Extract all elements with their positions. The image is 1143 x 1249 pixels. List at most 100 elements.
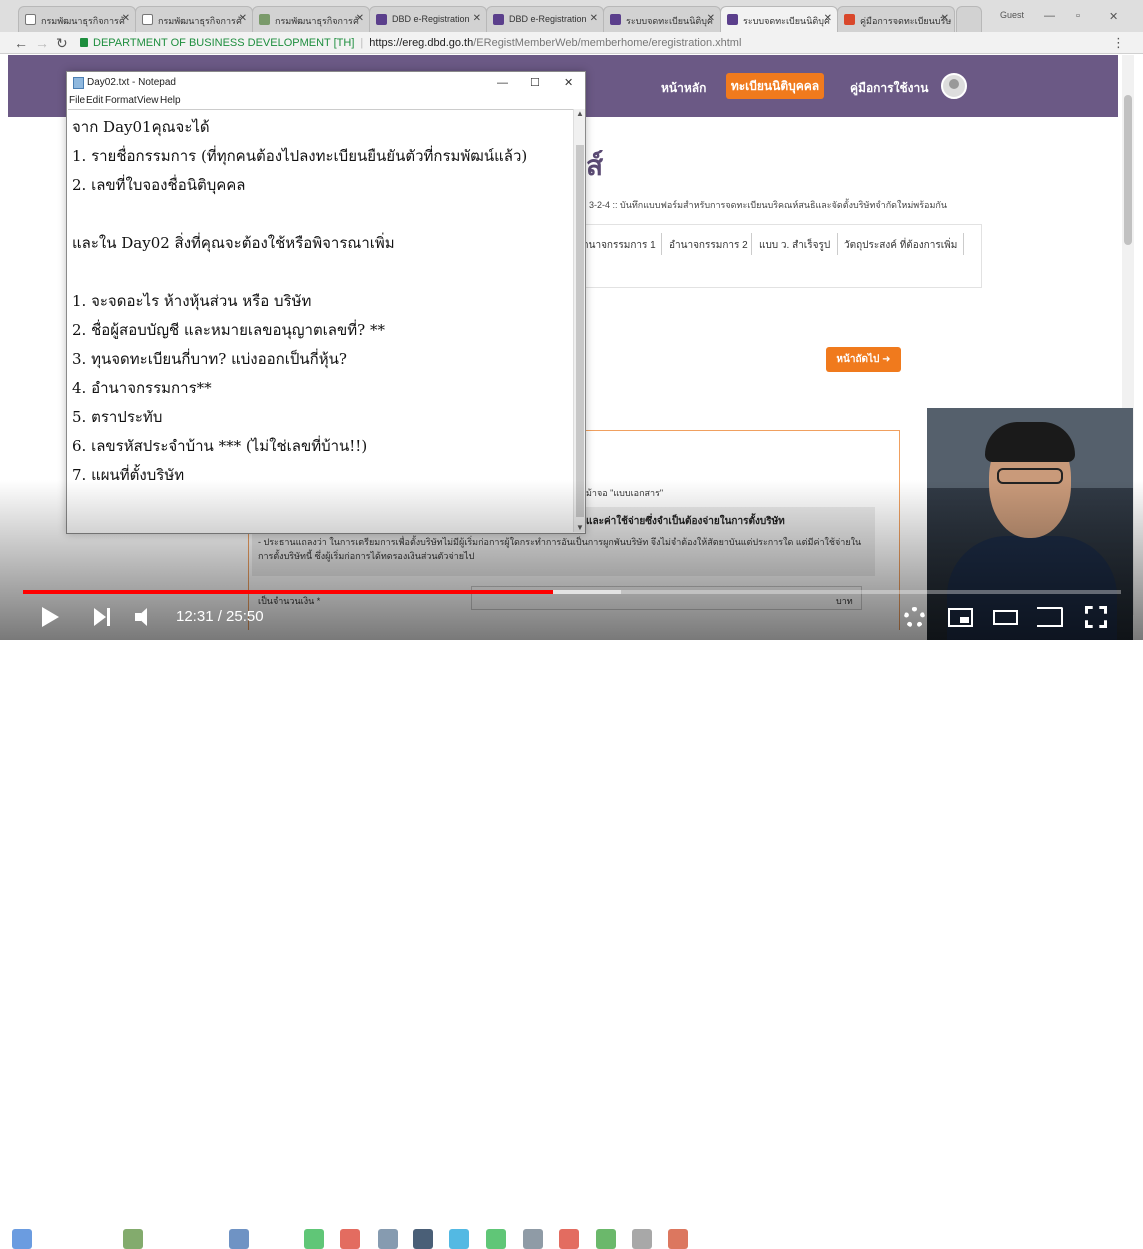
minimize-icon[interactable]: — [1044, 10, 1055, 22]
windows-start-icon[interactable] [12, 1229, 32, 1249]
skype-icon[interactable] [449, 1229, 469, 1249]
note-heading: และค่าใช้จ่ายซึ่งจำเป็นต้องจ่ายในการตั้ง… [586, 516, 785, 527]
tab-label: กรมพัฒนาธุรกิจการค้ [41, 16, 125, 26]
line-icon[interactable] [304, 1229, 324, 1249]
browser-tab[interactable]: กรมพัฒนาธุรกิจการค้ ✕ [135, 6, 253, 32]
recorder-icon[interactable] [668, 1229, 688, 1249]
url-field[interactable]: DEPARTMENT OF BUSINESS DEVELOPMENT [TH] |… [80, 34, 1110, 52]
menu-edit[interactable]: Edit [86, 95, 103, 106]
url-host: https://ereg.dbd.go.th [369, 37, 474, 49]
browser-menu-icon[interactable]: ⋮ [1112, 35, 1125, 51]
browser-tab[interactable]: คู่มือการจดทะเบียนบริษ ✕ [837, 6, 955, 32]
theater-mode-icon[interactable] [993, 610, 1018, 625]
close-icon[interactable]: ✕ [356, 13, 364, 24]
scroll-up-icon[interactable]: ▲ [576, 109, 584, 118]
notepad-text-area[interactable]: จาก Day01คุณจะได้ 1. รายชื่อกรรมการ (ที่… [68, 109, 573, 532]
form-tabs: ำนาจกรรมการ 1 อำนาจกรรมการ 2 แบบ ว. สำเร… [580, 224, 982, 288]
text-line: 7. แผนที่ตั้งบริษัท [72, 466, 185, 484]
tab-label: DBD e-Registration [392, 14, 470, 24]
close-icon[interactable]: ✕ [941, 13, 949, 24]
text-line: 1. จะจดอะไร ห้างหุ้นส่วน หรือ บริษัท [72, 292, 312, 310]
close-icon[interactable]: ✕ [590, 13, 598, 24]
divider [661, 233, 662, 255]
taskbar-app-icon[interactable] [123, 1229, 143, 1249]
close-icon[interactable]: ✕ [824, 13, 832, 24]
profile-label[interactable]: Guest [1000, 10, 1024, 20]
bottom-strip [0, 640, 1143, 647]
text-line [72, 260, 573, 289]
site-identity: DEPARTMENT OF BUSINESS DEVELOPMENT [TH] [93, 37, 355, 49]
notepad-scrollbar[interactable]: ▲ ▼ [573, 109, 585, 532]
settings-gear-icon[interactable] [904, 607, 925, 628]
nav-home[interactable]: หน้าหลัก [661, 79, 706, 98]
volume-icon[interactable] [135, 607, 157, 627]
maximize-icon[interactable]: ☐ [530, 72, 540, 94]
dbd-icon [493, 14, 504, 25]
forward-icon[interactable]: → [35, 35, 49, 51]
close-icon[interactable]: ✕ [239, 13, 247, 24]
notepad-titlebar[interactable]: Day02.txt - Notepad — ☐ ✕ [67, 72, 585, 94]
chrome-icon[interactable] [340, 1229, 360, 1249]
close-window-icon[interactable]: ✕ [1109, 10, 1118, 23]
menu-file[interactable]: File [69, 95, 85, 106]
tab-ready-form[interactable]: แบบ ว. สำเร็จรูป [759, 238, 830, 253]
browser-tab[interactable]: DBD e-Registration ✕ [369, 6, 487, 32]
text-line: 2. ชื่อผู้สอบบัญชี และหมายเลขอนุญาตเลขที… [72, 321, 385, 339]
browser-tab-bar: กรมพัฒนาธุรกิจการค้ ✕ กรมพัฒนาธุรกิจการค… [0, 0, 1143, 32]
photos-icon[interactable] [632, 1229, 652, 1249]
next-page-button[interactable]: หน้าถัดไป ➜ [826, 347, 901, 372]
url-path: /ERegistMemberWeb/memberhome/eregistrati… [473, 37, 742, 49]
tab-objectives[interactable]: วัตถุประสงค์ ที่ต้องการเพิ่ม [844, 238, 957, 253]
nav-register[interactable]: ทะเบียนนิติบุคคล [726, 73, 824, 99]
page-icon [142, 14, 153, 25]
notepad-menubar: File Edit Format View Help [67, 94, 585, 108]
divider [963, 233, 964, 255]
camtasia-icon[interactable] [596, 1229, 616, 1249]
browser-tab-active[interactable]: ระบบจดทะเบียนนิติบุค ✕ [720, 6, 838, 32]
cast-icon[interactable] [1037, 607, 1063, 627]
text-line: 5. ตราประทับ [72, 408, 163, 426]
maximize-icon[interactable]: ▫ [1076, 10, 1080, 22]
menu-help[interactable]: Help [160, 95, 181, 106]
page-icon [25, 14, 36, 25]
close-icon[interactable]: ✕ [122, 13, 130, 24]
scroll-down-icon[interactable]: ▼ [576, 523, 584, 532]
text-line: 6. เลขรหัสประจำบ้าน *** (ไม่ใช่เลขที่บ้า… [72, 437, 368, 455]
play-icon[interactable] [42, 607, 59, 627]
notepad-icon [73, 77, 84, 89]
browser-tab[interactable]: ระบบจดทะเบียนนิติบุค ✕ [603, 6, 721, 32]
photoshop-icon[interactable] [413, 1229, 433, 1249]
chrome-icon[interactable] [559, 1229, 579, 1249]
note-body: - ประธานแถลงว่า ในการเตรียมการเพื่อตั้งบ… [258, 537, 862, 561]
tab-director-power-2[interactable]: อำนาจกรรมการ 2 [669, 238, 748, 253]
avatar[interactable] [941, 73, 967, 99]
address-bar: ← → ↻ DEPARTMENT OF BUSINESS DEVELOPMENT… [0, 32, 1143, 54]
close-icon[interactable]: ✕ [564, 72, 573, 94]
next-icon[interactable] [94, 608, 112, 626]
notepad-taskbar-icon[interactable] [378, 1229, 398, 1249]
reload-icon[interactable]: ↻ [56, 35, 68, 52]
nav-manual[interactable]: คู่มือการใช้งาน [850, 79, 928, 98]
menu-view[interactable]: View [137, 95, 159, 106]
line-icon[interactable] [486, 1229, 506, 1249]
taskbar-app-icon[interactable] [229, 1229, 249, 1249]
divider: | [360, 37, 364, 49]
close-icon[interactable]: ✕ [473, 13, 481, 24]
miniplayer-icon[interactable] [948, 608, 973, 627]
page-title: ส์ [586, 150, 604, 181]
back-icon[interactable]: ← [14, 35, 28, 51]
new-tab-button[interactable] [956, 6, 982, 32]
browser-tab[interactable]: DBD e-Registration ✕ [486, 6, 604, 32]
tab-director-power-1[interactable]: ำนาจกรรมการ 1 [583, 238, 656, 253]
minimize-icon[interactable]: — [497, 72, 508, 94]
text-line [72, 202, 573, 231]
menu-format[interactable]: Format [105, 95, 137, 106]
scrollbar-thumb[interactable] [576, 145, 584, 517]
scrollbar-thumb[interactable] [1124, 95, 1132, 245]
browser-tab[interactable]: กรมพัฒนาธุรกิจการค้ ✕ [18, 6, 136, 32]
search-icon[interactable] [523, 1229, 543, 1249]
close-icon[interactable]: ✕ [707, 13, 715, 24]
lock-icon [80, 38, 88, 47]
browser-tab[interactable]: กรมพัฒนาธุรกิจการค้ ✕ [252, 6, 370, 32]
video-progress-bar[interactable] [23, 590, 1121, 594]
